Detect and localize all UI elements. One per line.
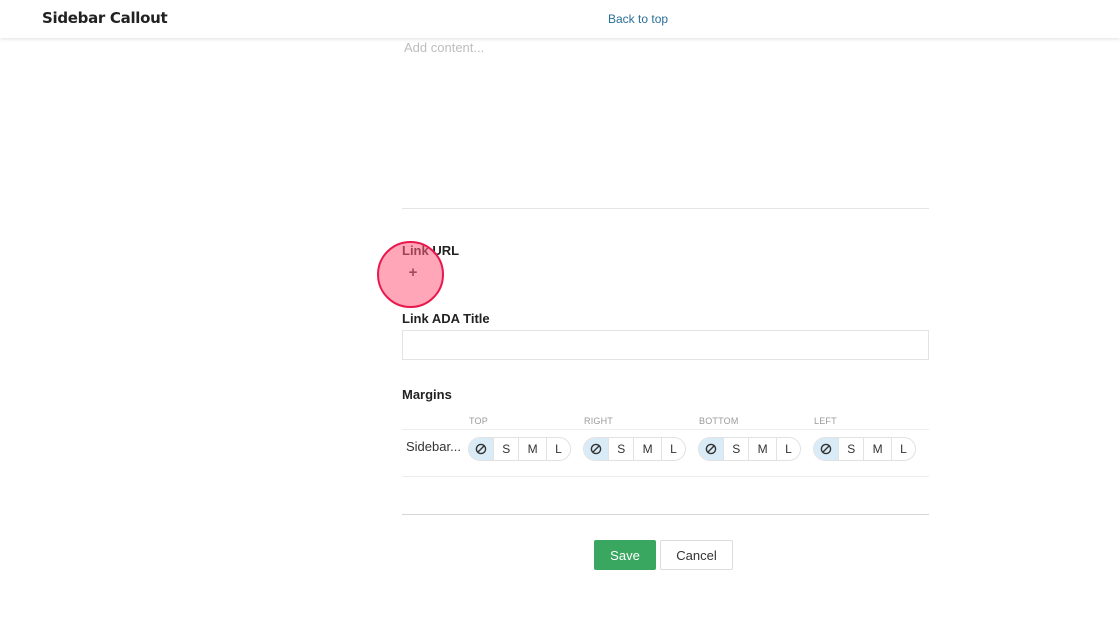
form-divider [402, 514, 929, 515]
margin-bottom-none[interactable] [699, 438, 723, 460]
margin-bottom-s[interactable]: S [723, 438, 748, 460]
no-margin-icon [705, 443, 717, 455]
top-bar: Sidebar Callout Back to top [0, 0, 1120, 38]
link-ada-title-input[interactable] [402, 330, 929, 360]
add-link-url-button[interactable]: + [405, 265, 421, 281]
link-ada-title-label: Link ADA Title [402, 311, 490, 326]
margins-header-divider [402, 429, 929, 430]
margin-left-none[interactable] [814, 438, 838, 460]
margin-right-selector: S M L [583, 437, 686, 461]
margin-top-m[interactable]: M [518, 438, 545, 460]
margin-bottom-m[interactable]: M [748, 438, 775, 460]
margin-bottom-l[interactable]: L [775, 438, 800, 460]
margin-right-l[interactable]: L [660, 438, 685, 460]
margin-col-bottom: BOTTOM [699, 416, 739, 426]
no-margin-icon [590, 443, 602, 455]
plus-icon: + [408, 264, 418, 281]
margin-right-m[interactable]: M [633, 438, 660, 460]
no-margin-icon [820, 443, 832, 455]
page-title: Sidebar Callout [42, 9, 168, 27]
margin-top-none[interactable] [469, 438, 493, 460]
no-margin-icon [475, 443, 487, 455]
margin-right-s[interactable]: S [608, 438, 633, 460]
margin-right-none[interactable] [584, 438, 608, 460]
margin-col-right: RIGHT [584, 416, 613, 426]
margin-left-s[interactable]: S [838, 438, 863, 460]
margins-label: Margins [402, 387, 452, 402]
margin-left-m[interactable]: M [863, 438, 890, 460]
link-url-label: Link URL [402, 243, 460, 258]
editor-placeholder: Add content... [404, 40, 485, 55]
margins-table: TOP RIGHT BOTTOM LEFT Sidebar... S M L S… [402, 410, 929, 477]
margin-left-l[interactable]: L [890, 438, 915, 460]
back-to-top-link[interactable]: Back to top [608, 12, 668, 26]
save-button[interactable]: Save [594, 540, 656, 570]
margin-top-l[interactable]: L [545, 438, 570, 460]
margin-top-s[interactable]: S [493, 438, 518, 460]
margin-col-top: TOP [469, 416, 488, 426]
content-editor[interactable]: Add content... [402, 38, 929, 209]
margin-left-selector: S M L [813, 437, 916, 461]
margin-bottom-selector: S M L [698, 437, 801, 461]
cancel-button[interactable]: Cancel [660, 540, 733, 570]
margin-col-left: LEFT [814, 416, 837, 426]
margin-top-selector: S M L [468, 437, 571, 461]
margin-row-label: Sidebar... [406, 439, 461, 454]
